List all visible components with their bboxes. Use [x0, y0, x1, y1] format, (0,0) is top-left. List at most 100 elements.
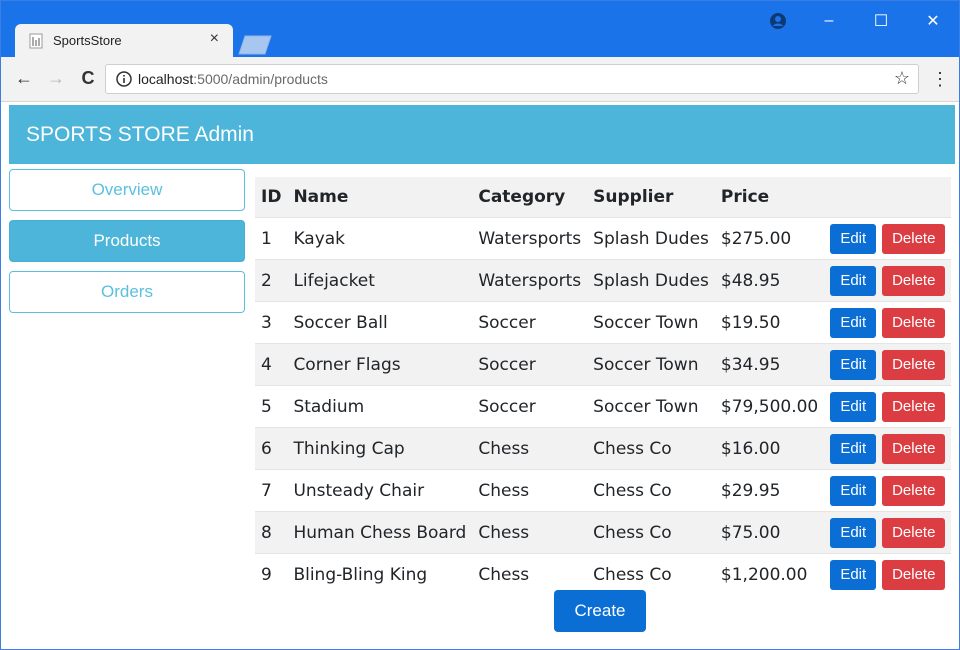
cell-supplier: Chess Co [587, 427, 715, 470]
delete-button[interactable]: Delete [882, 307, 946, 338]
url-host: localhost [138, 71, 194, 87]
address-bar[interactable]: localhost:5000/admin/products ☆ [105, 64, 919, 94]
table-row: 8 Human Chess Board Chess Chess Co $75.00 Edi… [255, 511, 952, 554]
edit-button[interactable]: Edit [830, 307, 877, 338]
close-window-button[interactable]: ✕ [907, 1, 959, 41]
maximize-button[interactable]: ☐ [855, 1, 907, 41]
edit-button[interactable]: Edit [830, 265, 877, 296]
cell-actions: Edit Delete [824, 259, 952, 302]
tab-title: SportsStore [53, 33, 122, 48]
cell-price: $19.50 [714, 301, 825, 344]
app-header: SPORTS STORE Admin [9, 105, 955, 164]
cell-supplier: Soccer Town [587, 301, 715, 344]
cell-id: 6 [255, 427, 288, 470]
cell-id: 7 [255, 469, 288, 512]
table-row: 7 Unsteady Chair Chess Chess Co $29.95 Edit De… [255, 469, 952, 512]
url-path: :5000/admin/products [193, 71, 328, 87]
window-controls: – ☐ ✕ [803, 1, 959, 41]
cell-category: Chess [472, 511, 588, 554]
cell-actions: Edit Delete [824, 553, 952, 595]
edit-button[interactable]: Edit [830, 559, 877, 590]
delete-button[interactable]: Delete [882, 349, 946, 380]
cell-name: Unsteady Chair [287, 469, 473, 512]
cell-category: Watersports [472, 217, 588, 260]
cell-actions: Edit Delete [824, 385, 952, 428]
edit-button[interactable]: Edit [830, 223, 877, 254]
edit-button[interactable]: Edit [830, 391, 877, 422]
url-text: localhost:5000/admin/products [138, 71, 328, 87]
delete-button[interactable]: Delete [882, 475, 946, 506]
cell-actions: Edit Delete [824, 469, 952, 512]
browser-menu-icon[interactable]: ⋮ [931, 69, 949, 90]
edit-button[interactable]: Edit [830, 349, 877, 380]
profile-icon[interactable] [769, 12, 787, 30]
bookmark-star-icon[interactable]: ☆ [894, 68, 910, 89]
sidebar-item-orders[interactable]: Orders [9, 271, 245, 313]
table-row: 3 Soccer Ball Soccer Soccer Town $19.50 Edit D… [255, 301, 952, 344]
cell-category: Chess [472, 553, 588, 595]
cell-supplier: Splash Dudes [587, 259, 715, 302]
table-header-row: ID Name Category Supplier Price [255, 177, 952, 218]
cell-actions: Edit Delete [824, 511, 952, 554]
info-icon[interactable] [116, 71, 132, 87]
products-table: ID Name Category Supplier Price 1 Kayak Wa… [255, 177, 952, 595]
browser-tab[interactable]: SportsStore × [15, 24, 233, 57]
cell-price: $16.00 [714, 427, 825, 470]
cell-category: Chess [472, 469, 588, 512]
cell-id: 2 [255, 259, 288, 302]
delete-button[interactable]: Delete [882, 265, 946, 296]
cell-name: Thinking Cap [287, 427, 473, 470]
delete-button[interactable]: Delete [882, 433, 946, 464]
delete-button[interactable]: Delete [882, 517, 946, 548]
cell-name: Corner Flags [287, 343, 473, 386]
cell-price: $48.95 [714, 259, 825, 302]
delete-button[interactable]: Delete [882, 559, 946, 590]
cell-supplier: Chess Co [587, 553, 715, 595]
reload-icon[interactable]: C [77, 67, 99, 89]
cell-price: $275.00 [714, 217, 825, 260]
delete-button[interactable]: Delete [882, 391, 946, 422]
cell-name: Bling-Bling King [287, 553, 473, 595]
cell-id: 9 [255, 553, 288, 595]
cell-supplier: Splash Dudes [587, 217, 715, 260]
column-header-actions [824, 177, 952, 218]
table-row: 4 Corner Flags Soccer Soccer Town $34.95 Edit… [255, 343, 952, 386]
edit-button[interactable]: Edit [830, 517, 877, 548]
column-header-supplier: Supplier [587, 177, 715, 218]
create-button[interactable]: Create [554, 590, 646, 632]
cell-id: 5 [255, 385, 288, 428]
cell-supplier: Soccer Town [587, 385, 715, 428]
cell-price: $34.95 [714, 343, 825, 386]
table-row: 5 Stadium Soccer Soccer Town $79,500.00 Edit D… [255, 385, 952, 428]
cell-name: Human Chess Board [287, 511, 473, 554]
cell-price: $75.00 [714, 511, 825, 554]
delete-button[interactable]: Delete [882, 223, 946, 254]
cell-price: $29.95 [714, 469, 825, 512]
edit-button[interactable]: Edit [830, 433, 877, 464]
minimize-button[interactable]: – [803, 1, 855, 41]
cell-id: 8 [255, 511, 288, 554]
sidebar-item-products[interactable]: Products [9, 220, 245, 262]
app-title: SPORTS STORE Admin [26, 123, 254, 146]
new-tab-button[interactable] [237, 35, 273, 55]
tab-close-icon[interactable]: × [210, 30, 219, 48]
page-icon [29, 33, 43, 49]
table-row: 1 Kayak Watersports Splash Dudes $275.00 Edit… [255, 217, 952, 260]
cell-supplier: Chess Co [587, 511, 715, 554]
cell-category: Soccer [472, 343, 588, 386]
cell-name: Stadium [287, 385, 473, 428]
back-arrow-icon[interactable]: ← [13, 67, 35, 89]
sidebar-item-overview[interactable]: Overview [9, 169, 245, 211]
cell-category: Soccer [472, 301, 588, 344]
cell-supplier: Soccer Town [587, 343, 715, 386]
forward-arrow-icon[interactable]: → [45, 67, 67, 89]
cell-price: $79,500.00 [714, 385, 825, 428]
cell-name: Lifejacket [287, 259, 473, 302]
browser-window: SportsStore × – ☐ ✕ ← → C localhost:5000… [0, 0, 960, 650]
cell-category: Soccer [472, 385, 588, 428]
table-row: 9 Bling-Bling King Chess Chess Co $1,200.00 E… [255, 553, 952, 595]
cell-category: Watersports [472, 259, 588, 302]
edit-button[interactable]: Edit [830, 475, 877, 506]
column-header-name: Name [287, 177, 473, 218]
cell-actions: Edit Delete [824, 217, 952, 260]
